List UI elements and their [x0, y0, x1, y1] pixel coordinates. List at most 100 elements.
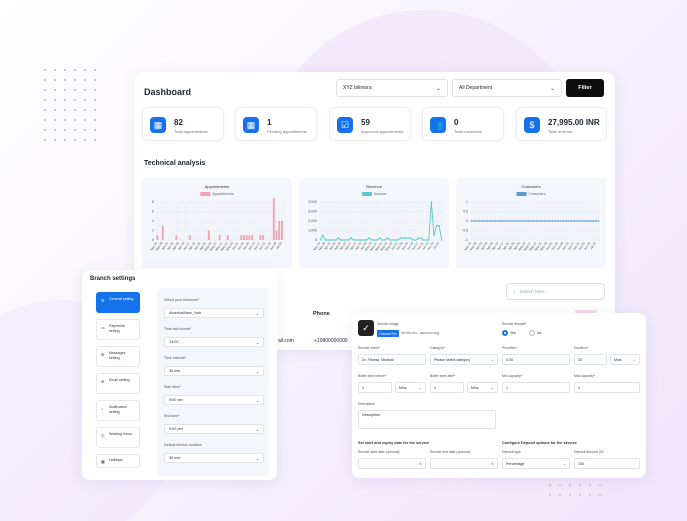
- end-date-input[interactable]: ↻: [430, 458, 498, 469]
- search-input[interactable]: ⌕ Search here...: [506, 283, 605, 300]
- duration-select[interactable]: 30 min ⌄: [164, 453, 264, 463]
- sidebar-item-holidays[interactable]: ▦ Holidays: [96, 454, 140, 468]
- buffer-after-input[interactable]: 0: [430, 382, 464, 393]
- stat-card: ☑ 59 Approved appointments: [329, 107, 411, 141]
- duration-input[interactable]: 30: [574, 354, 607, 365]
- refresh-icon[interactable]: ↻: [419, 462, 422, 466]
- refresh-icon[interactable]: ↻: [491, 462, 494, 466]
- deposit-yes-radio[interactable]: Yes: [502, 330, 516, 336]
- field-label: Service deposit*: [502, 322, 527, 326]
- min-capacity-input[interactable]: 1: [502, 382, 570, 393]
- field-label: Service image: [377, 322, 399, 326]
- sidebar-item-notification[interactable]: ♪ Notification setting: [96, 400, 140, 421]
- data-point: [524, 220, 527, 222]
- deposit-amount-input[interactable]: 100: [574, 458, 640, 469]
- max-capacity-input[interactable]: 0: [574, 382, 640, 393]
- buffer-before-input[interactable]: 0: [358, 382, 392, 393]
- start-date-input[interactable]: ↻: [358, 458, 426, 469]
- buffer-before-unit-select[interactable]: Mins ⌄: [395, 382, 426, 393]
- chart-title: Revenue: [365, 184, 382, 189]
- data-point: [430, 201, 433, 203]
- data-point: [557, 220, 559, 222]
- category-select[interactable]: Please select category ⌄: [430, 354, 498, 365]
- data-point: [386, 237, 389, 239]
- data-point: [481, 220, 483, 222]
- data-point: [508, 220, 511, 222]
- data-point: [595, 220, 597, 222]
- data-point: [538, 220, 540, 222]
- data-point: [576, 220, 578, 222]
- price-input[interactable]: 0.00: [502, 354, 570, 365]
- data-point: [425, 239, 428, 241]
- data-point: [592, 220, 595, 222]
- filter-button[interactable]: Filter: [566, 79, 604, 97]
- data-point: [549, 220, 551, 222]
- page-title: Dashboard: [144, 87, 192, 97]
- time-interval-select[interactable]: 30 min ⌄: [164, 366, 264, 376]
- data-point: [347, 239, 350, 241]
- section-title: Technical analysis: [144, 160, 206, 167]
- data-point: [440, 239, 443, 241]
- data-point: [409, 237, 412, 239]
- branch-settings-card: Branch settings ⚙ General setting ▭ Paymen…: [82, 270, 277, 480]
- field-label: Select your timezone*: [164, 298, 199, 302]
- stat-value: 27,995.00 INR: [548, 118, 600, 127]
- timezone-select[interactable]: America/New_York ⌄: [164, 308, 264, 318]
- customers-chart: Customers Customers -1 -0.5 0 0.5 1 Mar 24 Mar…: [456, 178, 606, 268]
- data-point: [532, 220, 535, 222]
- branch-select[interactable]: XYZ bilimora ⌄: [336, 79, 448, 97]
- chevron-down-icon: ⌄: [255, 340, 259, 345]
- stat-card: ▦ 82 Total appointments: [142, 107, 224, 141]
- time-format-select[interactable]: 13:00 ⌄: [164, 337, 264, 347]
- stat-card: ▦ 1 Pending appointments: [235, 107, 317, 141]
- data-point: [417, 237, 420, 239]
- data-point: [396, 239, 399, 241]
- choose-file-button[interactable]: Choose File: [377, 330, 399, 337]
- bar: [207, 230, 210, 240]
- sidebar-item-messages[interactable]: ✉ Messages setting: [96, 346, 140, 367]
- data-point: [384, 239, 386, 241]
- sidebar-item-general[interactable]: ⚙ General setting: [96, 292, 140, 313]
- data-point: [355, 239, 358, 241]
- duration-unit-select[interactable]: Mins ⌄: [610, 354, 640, 365]
- data-point: [513, 220, 516, 222]
- card-icon: ▭: [101, 325, 105, 330]
- description-textarea[interactable]: Description: [358, 410, 496, 429]
- data-point: [350, 237, 353, 239]
- data-point: [399, 237, 402, 239]
- y-tick-label: 4,000: [308, 200, 317, 204]
- service-name-input[interactable]: Dr. Fitness, Medical: [358, 354, 426, 365]
- bell-icon: ♪: [101, 406, 103, 411]
- bar: [278, 221, 281, 240]
- data-point: [360, 239, 363, 241]
- field-label: Time interval*: [164, 356, 186, 360]
- data-point: [420, 237, 422, 239]
- data-point: [486, 220, 489, 222]
- sidebar-item-working-hours[interactable]: ◷ Working hours: [96, 427, 140, 448]
- deposit-no-radio[interactable]: No: [529, 330, 541, 336]
- sidebar-item-payments[interactable]: ▭ Payments setting: [96, 319, 140, 340]
- stat-label: Total customers: [454, 129, 483, 134]
- section-heading: Set start and expiry date for the servic…: [358, 441, 430, 445]
- deposit-type-select[interactable]: Percentage ⌄: [502, 458, 570, 469]
- start-time-select[interactable]: 9:00 am ⌄: [164, 395, 264, 405]
- end-time-select[interactable]: 9:00 pm ⌄: [164, 424, 264, 434]
- chevron-down-icon: ⌄: [549, 85, 555, 92]
- department-select[interactable]: All Department ⌄: [452, 79, 562, 97]
- data-point: [368, 237, 371, 239]
- stat-value: 59: [361, 118, 370, 127]
- data-point: [378, 237, 381, 239]
- buffer-after-unit-select[interactable]: Mins ⌄: [467, 382, 498, 393]
- bar: [226, 235, 229, 240]
- service-image-thumb: ✓: [358, 320, 374, 336]
- y-tick-label: 4: [152, 219, 154, 223]
- bar: [161, 225, 164, 240]
- field-label: Deposit Amount (£)*: [574, 450, 605, 454]
- data-point: [568, 220, 570, 222]
- data-point: [584, 220, 586, 222]
- sidebar-item-email[interactable]: ✉ Email setting: [96, 373, 140, 394]
- data-point: [329, 239, 332, 241]
- branch-title: Branch settings: [90, 276, 136, 282]
- y-tick-label: 2,000: [308, 219, 317, 223]
- bar: [248, 235, 251, 240]
